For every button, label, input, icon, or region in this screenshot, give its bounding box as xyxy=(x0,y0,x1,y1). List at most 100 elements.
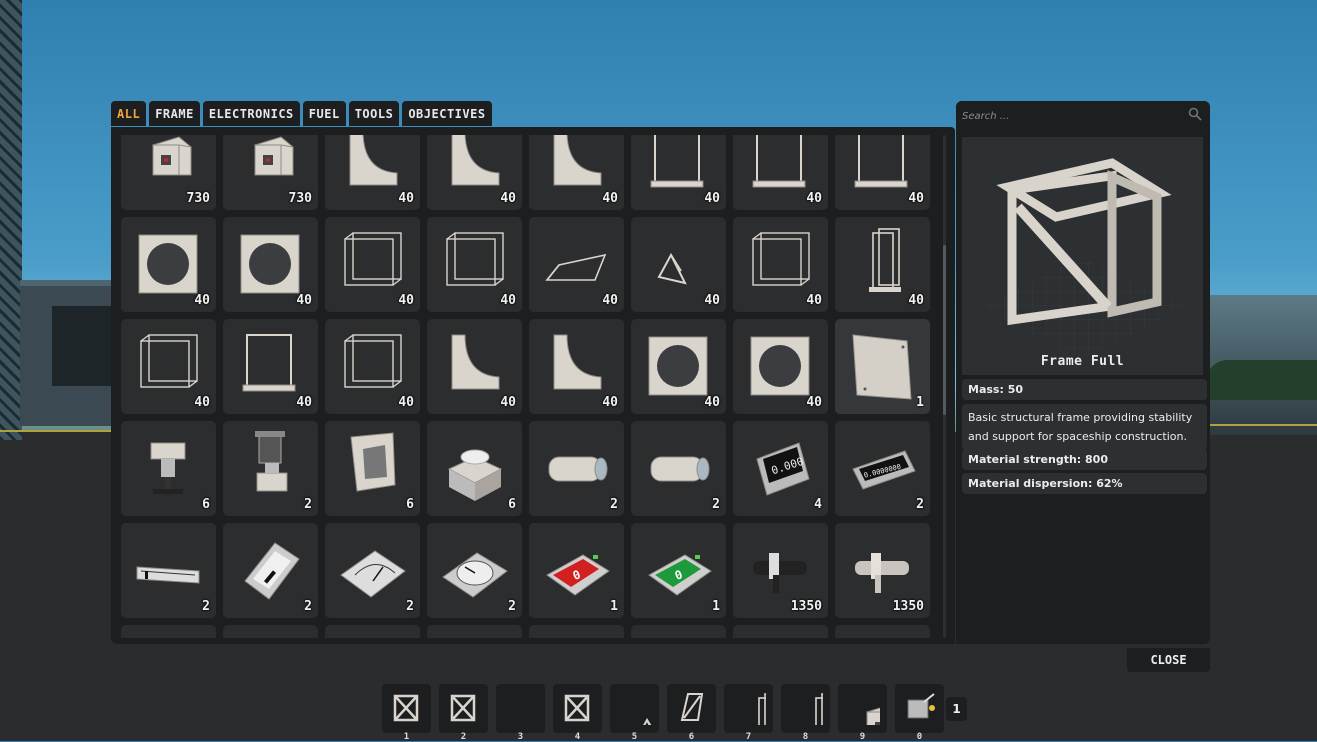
inventory-slot[interactable] xyxy=(223,625,318,638)
inventory-slot[interactable]: 2 xyxy=(121,523,216,618)
inventory-slot[interactable]: 40 xyxy=(631,135,726,210)
scrollbar-thumb[interactable] xyxy=(943,245,946,415)
pipe-connector-dark-icon xyxy=(753,553,807,593)
trees xyxy=(1207,360,1317,400)
inventory-slot[interactable] xyxy=(529,625,624,638)
inventory-slot[interactable]: 40 xyxy=(427,319,522,414)
tab-frame[interactable]: FRAME xyxy=(149,101,200,126)
inventory-slot[interactable]: 2 xyxy=(223,523,318,618)
inventory-slot[interactable] xyxy=(427,625,522,638)
category-tabs: ALL FRAME ELECTRONICS FUEL TOOLS OBJECTIVES xyxy=(111,101,492,127)
inventory-slot[interactable] xyxy=(835,625,930,638)
inventory-slot[interactable]: 01 xyxy=(529,523,624,618)
hotbar-slot[interactable]: 5 xyxy=(610,684,659,742)
frame-tetra-icon xyxy=(657,252,687,285)
inventory-slot[interactable]: 40 xyxy=(733,217,828,312)
details-panel: Frame Full Mass: 50 Basic structural fra… xyxy=(956,101,1210,644)
inventory-slot[interactable]: 1350 xyxy=(733,523,828,618)
inventory-slot[interactable]: 0.000 4 xyxy=(733,421,828,516)
inventory-slot[interactable]: 40 xyxy=(733,319,828,414)
hull-plate-icon xyxy=(852,334,912,400)
inventory-slot[interactable]: 2 xyxy=(631,421,726,516)
tab-tools[interactable]: TOOLS xyxy=(348,101,400,126)
item-preview: Frame Full xyxy=(962,137,1203,375)
search-icon[interactable] xyxy=(1188,107,1202,121)
inventory-slot[interactable]: 40 xyxy=(223,319,318,414)
inventory-slot[interactable] xyxy=(733,625,828,638)
inventory-slot[interactable]: 1350 xyxy=(835,523,930,618)
green-button-icon: 0 xyxy=(648,554,712,596)
inventory-slot[interactable]: 40 xyxy=(835,135,930,210)
close-button[interactable]: CLOSE xyxy=(1127,648,1210,672)
item-quantity: 40 xyxy=(704,191,720,206)
inventory-slot[interactable]: 1 xyxy=(835,319,930,414)
hotbar-page-indicator[interactable]: 1 xyxy=(946,697,967,721)
tab-fuel[interactable]: FUEL xyxy=(302,101,346,126)
inventory-slot[interactable] xyxy=(121,625,216,638)
item-quantity: 40 xyxy=(500,191,516,206)
inventory-slot[interactable]: 40 xyxy=(529,217,624,312)
item-quantity: 2 xyxy=(712,497,720,512)
inventory-slot[interactable]: 2 xyxy=(427,523,522,618)
hotbar-slot[interactable]: 4 xyxy=(553,684,602,742)
inventory-panel: 730 730 40 40 40 40 40 40 40 40 40 40 40 40 40 40 40 40 40… xyxy=(111,127,955,644)
inventory-slot[interactable]: 40 xyxy=(427,217,522,312)
digital-display-icon: 0.000 xyxy=(756,442,810,496)
frame-tetra-icon xyxy=(643,717,652,725)
inventory-slot[interactable] xyxy=(631,625,726,638)
inventory-slot[interactable]: 40 xyxy=(325,319,420,414)
search-bar xyxy=(956,101,1210,129)
inventory-slot[interactable]: 40 xyxy=(733,135,828,210)
search-input[interactable] xyxy=(960,105,1186,127)
hotbar-slot[interactable]: 1 xyxy=(382,684,431,742)
inventory-slot[interactable]: 6 xyxy=(325,421,420,516)
inventory-grid-viewport: 730 730 40 40 40 40 40 40 40 40 40 40 40 40 40 40 40 40 40… xyxy=(121,135,931,638)
frame-panel-icon xyxy=(854,135,908,188)
item-quantity: 40 xyxy=(908,293,924,308)
hotbar-slot[interactable]: 0 xyxy=(895,684,944,742)
item-quantity: 2 xyxy=(610,497,618,512)
inventory-slot[interactable]: 40 xyxy=(121,217,216,312)
lattice-tower xyxy=(0,0,22,440)
inventory-slot[interactable]: 40 xyxy=(325,217,420,312)
inventory-slot[interactable]: 40 xyxy=(835,217,930,312)
inventory-slot[interactable]: 730 xyxy=(223,135,318,210)
inventory-scrollbar[interactable] xyxy=(943,135,946,638)
item-quantity: 1 xyxy=(916,395,924,410)
hotbar-slot[interactable]: 6 xyxy=(667,684,716,742)
inventory-slot[interactable]: 2 xyxy=(223,421,318,516)
hotbar-slot[interactable]: 8 xyxy=(781,684,830,742)
inventory-slot[interactable]: 01 xyxy=(631,523,726,618)
item-quantity: 40 xyxy=(398,293,414,308)
inventory-slot[interactable]: 40 xyxy=(121,319,216,414)
hotbar-slot[interactable]: 3 xyxy=(496,684,545,742)
inventory-slot[interactable] xyxy=(325,625,420,638)
inventory-slot[interactable]: 6 xyxy=(427,421,522,516)
inventory-slot[interactable]: 2 xyxy=(325,523,420,618)
tab-electronics[interactable]: ELECTRONICS xyxy=(202,101,300,126)
inventory-slot[interactable]: 2 xyxy=(529,421,624,516)
frame-full-icon xyxy=(450,694,476,722)
inventory-slot[interactable]: 40 xyxy=(529,135,624,210)
item-description: Basic structural frame providing stabili… xyxy=(962,404,1207,450)
tab-all[interactable]: ALL xyxy=(111,101,147,126)
inventory-slot[interactable]: 40 xyxy=(325,135,420,210)
hotbar-slot[interactable]: 9 xyxy=(838,684,887,742)
inventory-slot[interactable]: 0.0000000 2 xyxy=(835,421,930,516)
item-quantity: 40 xyxy=(806,395,822,410)
frame-full-preview-icon xyxy=(962,137,1203,375)
panel-bracket-icon xyxy=(350,432,396,492)
tab-objectives[interactable]: OBJECTIVES xyxy=(402,101,492,126)
fuel-tank-icon xyxy=(548,456,608,482)
item-quantity: 4 xyxy=(814,497,822,512)
inventory-slot[interactable]: 40 xyxy=(223,217,318,312)
inventory-slot[interactable]: 40 xyxy=(529,319,624,414)
inventory-slot[interactable]: 40 xyxy=(427,135,522,210)
inventory-slot[interactable]: 6 xyxy=(121,421,216,516)
item-quantity: 40 xyxy=(602,395,618,410)
inventory-slot[interactable]: 40 xyxy=(631,319,726,414)
hotbar-slot[interactable]: 7 xyxy=(724,684,773,742)
inventory-slot[interactable]: 730 xyxy=(121,135,216,210)
inventory-slot[interactable]: 40 xyxy=(631,217,726,312)
hotbar-slot[interactable]: 2 xyxy=(439,684,488,742)
